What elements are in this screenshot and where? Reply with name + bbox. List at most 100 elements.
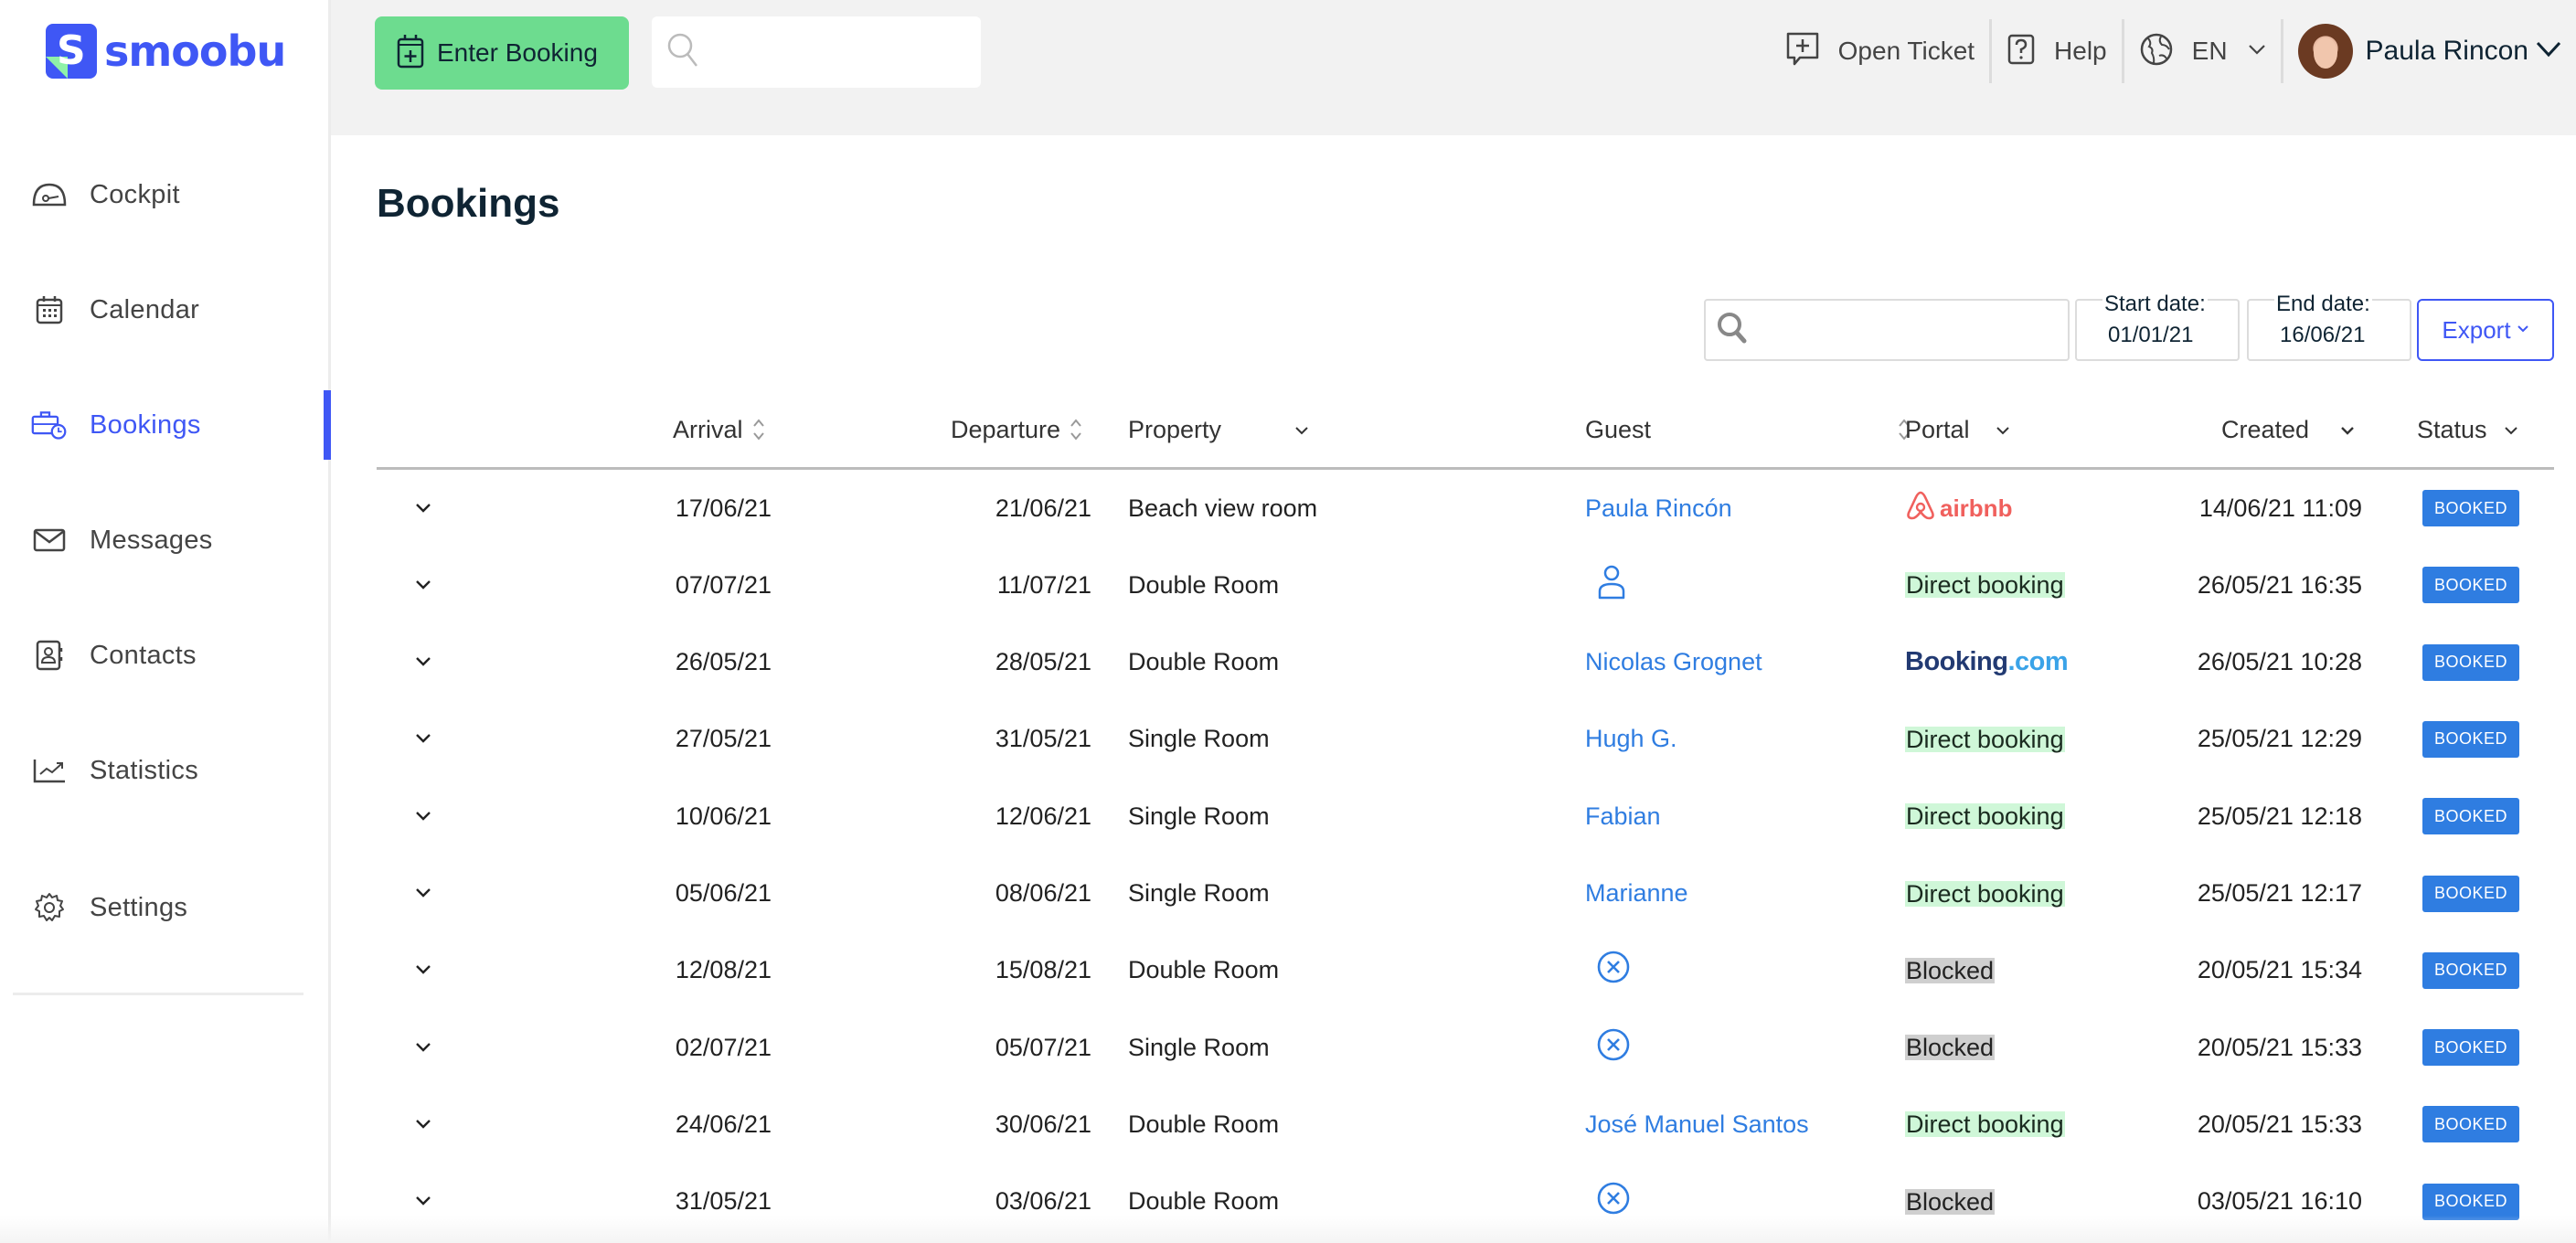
sidebar-item-messages[interactable]: Messages xyxy=(0,504,331,577)
export-label: Export xyxy=(2442,315,2511,344)
table-row[interactable]: 12/08/21 15/08/21 Double Room Blocked 20… xyxy=(377,932,2554,1009)
chat-plus-icon xyxy=(1785,31,1820,72)
trend-chart-icon xyxy=(31,752,68,789)
departure-cell: 05/07/21 xyxy=(995,1033,1091,1061)
arrival-cell: 07/07/21 xyxy=(675,570,772,599)
sidebar-item-cockpit[interactable]: Cockpit xyxy=(0,158,331,231)
language-label: EN xyxy=(2191,37,2228,65)
status-badge[interactable]: BOOKED xyxy=(2422,1029,2519,1067)
enter-booking-button[interactable]: Enter Booking xyxy=(375,16,629,90)
sidebar-item-contacts[interactable]: Contacts xyxy=(0,619,331,692)
created-cell: 14/06/21 11:09 xyxy=(2198,494,2362,522)
status-cell: BOOKED xyxy=(2400,1009,2519,1086)
global-search-input[interactable] xyxy=(712,37,968,67)
blocked-x-circle-icon[interactable] xyxy=(1596,1027,1631,1068)
end-date-label: End date: xyxy=(2274,292,2372,317)
top-bar: Enter Booking Open Ticket Help EN Paula … xyxy=(331,0,2576,135)
status-badge[interactable]: BOOKED xyxy=(2422,567,2519,604)
status-badge[interactable]: BOOKED xyxy=(2422,1183,2519,1220)
person-icon[interactable] xyxy=(1596,564,1627,607)
status-badge[interactable]: BOOKED xyxy=(2422,643,2519,681)
help-label: Help xyxy=(2054,37,2107,65)
guest-link[interactable]: Marianne xyxy=(1585,879,1688,908)
portal-direct-booking: Direct booking xyxy=(1905,879,2065,908)
user-profile-menu[interactable]: Paula Rincon xyxy=(2283,18,2576,84)
end-date-field[interactable]: End date: 16/06/21 xyxy=(2247,292,2411,361)
status-badge[interactable]: BOOKED xyxy=(2422,1106,2519,1143)
table-row[interactable]: 02/07/21 05/07/21 Single Room Blocked 20… xyxy=(377,1009,2554,1086)
chevron-down-icon[interactable] xyxy=(2340,420,2355,440)
language-selector[interactable]: EN xyxy=(2124,18,2281,84)
column-header-created[interactable]: Created xyxy=(2221,411,2355,448)
sidebar-item-label: Statistics xyxy=(90,755,199,785)
table-row[interactable]: 07/07/21 11/07/21 Double Room Direct boo… xyxy=(377,547,2554,623)
created-cell: 25/05/21 12:17 xyxy=(2197,879,2362,907)
table-row[interactable]: 26/05/21 28/05/21 Double Room Nicolas Gr… xyxy=(377,624,2554,701)
airbnb-icon xyxy=(1905,490,1936,527)
bookings-search[interactable] xyxy=(1704,299,2070,361)
property-cell: Beach view room xyxy=(1128,494,1318,522)
chevron-down-icon xyxy=(2517,322,2529,338)
guest-link[interactable]: José Manuel Santos xyxy=(1585,1110,1809,1139)
guest-link[interactable]: Fabian xyxy=(1585,802,1661,831)
column-header-guest[interactable]: Guest xyxy=(1585,411,1911,448)
column-header-status[interactable]: Status xyxy=(2417,411,2518,448)
help-button[interactable]: Help xyxy=(1992,18,2122,84)
table-row[interactable]: 17/06/21 21/06/21 Beach view room Paula … xyxy=(377,470,2554,547)
sidebar-item-statistics[interactable]: Statistics xyxy=(0,734,331,807)
departure-cell: 08/06/21 xyxy=(995,879,1091,907)
gear-icon xyxy=(31,889,68,926)
sidebar-item-settings[interactable]: Settings xyxy=(0,871,331,944)
portal-direct-booking: Direct booking xyxy=(1905,802,2065,831)
status-badge[interactable]: BOOKED xyxy=(2422,798,2519,835)
portal-direct-booking: Direct booking xyxy=(1905,725,2065,753)
column-header-departure[interactable]: Departure xyxy=(951,411,1082,448)
sidebar-item-calendar[interactable]: Calendar xyxy=(0,273,331,346)
status-cell: BOOKED xyxy=(2400,547,2519,623)
open-ticket-button[interactable]: Open Ticket xyxy=(1771,18,1989,84)
top-right-menu: Open Ticket Help EN Paula Rincon xyxy=(1771,18,2576,84)
chevron-down-icon[interactable] xyxy=(2504,420,2518,440)
guest-cell: Nicolas Grognet xyxy=(1585,624,1887,701)
envelope-icon xyxy=(31,522,68,558)
column-header-arrival[interactable]: Arrival xyxy=(673,411,765,448)
status-badge[interactable]: BOOKED xyxy=(2422,951,2519,989)
arrival-cell: 26/05/21 xyxy=(675,648,772,676)
status-badge[interactable]: BOOKED xyxy=(2422,720,2519,758)
status-badge[interactable]: BOOKED xyxy=(2422,490,2519,526)
global-search[interactable] xyxy=(652,16,981,88)
guest-link[interactable]: Nicolas Grognet xyxy=(1585,648,1762,676)
logo-mark-icon: S xyxy=(44,24,99,79)
created-cell: 25/05/21 12:29 xyxy=(2197,725,2362,753)
bookings-table: Arrival Departure Property Guest Portal … xyxy=(377,393,2554,1220)
start-date-field[interactable]: Start date: 01/01/21 xyxy=(2075,292,2240,361)
guest-cell: Paula Rincón xyxy=(1585,470,1887,547)
guest-link[interactable]: Paula Rincón xyxy=(1585,494,1732,523)
property-cell: Single Room xyxy=(1128,725,1270,753)
table-row[interactable]: 27/05/21 31/05/21 Single Room Hugh G. Di… xyxy=(377,701,2554,778)
bookings-search-input[interactable] xyxy=(1759,317,2051,343)
chevron-down-icon[interactable] xyxy=(1996,420,2010,440)
guest-link[interactable]: Hugh G. xyxy=(1585,725,1677,753)
column-header-property[interactable]: Property xyxy=(1128,411,1309,448)
sort-icon[interactable] xyxy=(1070,417,1082,442)
property-cell: Double Room xyxy=(1128,570,1280,599)
departure-cell: 15/08/21 xyxy=(995,956,1091,984)
blocked-x-circle-icon[interactable] xyxy=(1596,1181,1631,1222)
property-cell: Single Room xyxy=(1128,1033,1270,1061)
sidebar-item-bookings[interactable]: Bookings xyxy=(0,388,331,462)
smoobu-logo[interactable]: S smoobu xyxy=(44,24,286,79)
blocked-x-circle-icon[interactable] xyxy=(1596,950,1631,991)
column-header-portal[interactable]: Portal xyxy=(1905,411,2010,448)
table-row[interactable]: 24/06/21 30/06/21 Double Room José Manue… xyxy=(377,1086,2554,1163)
sort-icon[interactable] xyxy=(752,417,765,442)
chevron-down-icon[interactable] xyxy=(1294,420,1309,440)
table-row[interactable]: 10/06/21 12/06/21 Single Room Fabian Dir… xyxy=(377,778,2554,855)
table-row[interactable]: 31/05/21 03/06/21 Double Room Blocked 03… xyxy=(377,1163,2554,1240)
globe-icon xyxy=(2139,32,2174,71)
status-cell: BOOKED xyxy=(2400,778,2519,855)
table-row[interactable]: 05/06/21 08/06/21 Single Room Marianne D… xyxy=(377,855,2554,932)
export-button[interactable]: Export xyxy=(2417,299,2554,361)
status-badge[interactable]: BOOKED xyxy=(2422,875,2519,912)
status-cell: BOOKED xyxy=(2400,470,2519,547)
